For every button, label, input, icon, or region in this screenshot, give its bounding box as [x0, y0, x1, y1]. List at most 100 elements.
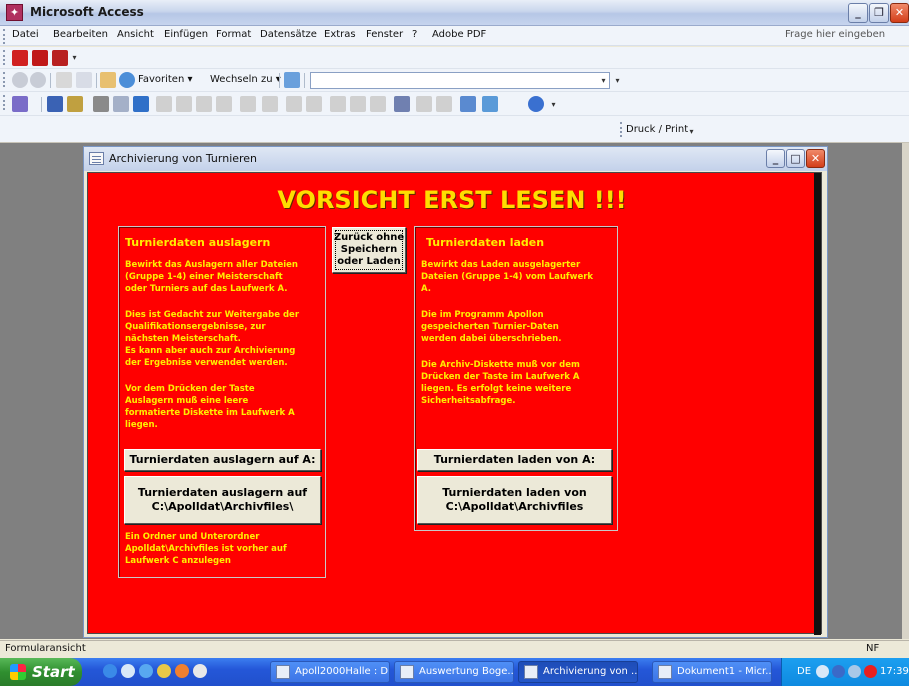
ie-quicklaunch-icon[interactable] — [103, 664, 117, 678]
find-icon[interactable] — [394, 96, 410, 112]
language-indicator[interactable]: DE — [797, 666, 811, 677]
task-dokument1[interactable]: Dokument1 - Micr... — [652, 661, 772, 683]
access-key-icon[interactable]: ✦ — [6, 4, 23, 21]
print-menu[interactable]: Druck / Print — [626, 124, 688, 135]
toolbar-options-arrow[interactable]: ▾ — [69, 50, 80, 66]
start-label: Start — [32, 663, 75, 681]
workspace-scrollbar[interactable] — [902, 143, 909, 639]
menu-datei[interactable]: Datei — [12, 29, 39, 40]
file-search-icon[interactable] — [67, 96, 83, 112]
delete-record-icon[interactable] — [436, 96, 452, 112]
database-window-icon[interactable] — [460, 96, 476, 112]
pdf-review-icon[interactable] — [52, 50, 68, 66]
folder-quicklaunch-icon[interactable] — [157, 664, 171, 678]
back-without-saving-button[interactable]: Zurück ohne Speichern oder Laden — [332, 227, 406, 273]
paste-icon[interactable] — [196, 96, 212, 112]
show-web-toolbar-icon[interactable] — [284, 72, 300, 88]
form-maximize-button[interactable]: □ — [786, 149, 805, 168]
clock[interactable]: 17:39 — [880, 666, 909, 677]
filter-selection-icon[interactable] — [330, 96, 346, 112]
sort-ascending-icon[interactable] — [286, 96, 302, 112]
status-indicator: NF — [866, 643, 880, 654]
new-record-icon[interactable] — [416, 96, 432, 112]
menu-format[interactable]: Format — [216, 29, 251, 40]
pdf-mail-icon[interactable] — [32, 50, 48, 66]
tray-expand-icon[interactable] — [816, 665, 829, 678]
volume-icon[interactable] — [848, 665, 861, 678]
form-close-button[interactable]: ✕ — [806, 149, 825, 168]
warning-headline: VORSICHT ERST LESEN !!! — [277, 186, 627, 214]
security-icon[interactable] — [864, 665, 877, 678]
refresh-icon[interactable] — [76, 72, 92, 88]
save-icon[interactable] — [47, 96, 63, 112]
back-icon[interactable] — [12, 72, 28, 88]
restore-button[interactable]: ❐ — [869, 3, 889, 23]
form-minimize-button[interactable]: _ — [766, 149, 785, 168]
menu-datensaetze[interactable]: Datensätze — [260, 29, 317, 40]
favorites-menu[interactable]: Favoriten ▾ — [138, 74, 193, 85]
toolbar-grip[interactable] — [3, 95, 6, 110]
task-auswertung[interactable]: Auswertung Boge... — [394, 661, 514, 683]
start-button[interactable]: Start — [0, 658, 82, 686]
export-to-a-button[interactable]: Turnierdaten auslagern auf A: — [124, 449, 321, 471]
insert-hyperlink-icon[interactable] — [262, 96, 278, 112]
filter-form-icon[interactable] — [350, 96, 366, 112]
sort-descending-icon[interactable] — [306, 96, 322, 112]
menu-grip[interactable] — [3, 29, 6, 44]
desktop-quicklaunch-icon[interactable] — [121, 664, 135, 678]
format-painter-icon[interactable] — [216, 96, 232, 112]
home-icon[interactable] — [100, 72, 116, 88]
form-icon — [524, 665, 538, 679]
undo-icon[interactable] — [240, 96, 256, 112]
spellcheck-icon[interactable] — [133, 96, 149, 112]
minimize-button[interactable]: _ — [848, 3, 868, 23]
task-archivierung[interactable]: Archivierung von ... — [518, 661, 638, 683]
messenger-quicklaunch-icon[interactable] — [193, 664, 207, 678]
help-search-input[interactable]: Frage hier eingeben — [785, 29, 903, 44]
separator — [304, 73, 305, 88]
toolbar-grip[interactable] — [3, 72, 6, 87]
separator — [41, 97, 42, 112]
network-icon[interactable] — [832, 665, 845, 678]
media-quicklaunch-icon[interactable] — [175, 664, 189, 678]
menu-extras[interactable]: Extras — [324, 29, 356, 40]
form-titlebar[interactable]: Archivierung von Turnieren _ □ ✕ — [84, 147, 827, 171]
view-icon[interactable] — [12, 96, 28, 112]
stop-icon[interactable] — [56, 72, 72, 88]
menu-ansicht[interactable]: Ansicht — [117, 29, 154, 40]
menu-einfuegen[interactable]: Einfügen — [164, 29, 208, 40]
toolbar-options-arrow[interactable]: ▾ — [612, 73, 623, 89]
toolbar-options-arrow[interactable]: ▾ — [548, 97, 559, 113]
menu-bearbeiten[interactable]: Bearbeiten — [53, 29, 108, 40]
menu-adobe-pdf[interactable]: Adobe PDF — [432, 29, 486, 40]
print-icon[interactable] — [93, 96, 109, 112]
toolbar-grip[interactable] — [620, 122, 623, 137]
windows-logo-icon — [10, 664, 26, 680]
pdf-convert-icon[interactable] — [12, 50, 28, 66]
apply-filter-icon[interactable] — [370, 96, 386, 112]
close-button[interactable]: ✕ — [890, 3, 909, 23]
help-icon[interactable] — [528, 96, 544, 112]
address-dropdown-icon[interactable]: ▾ — [598, 73, 609, 89]
import-from-c-button[interactable]: Turnierdaten laden von C:\Apolldat\Archi… — [417, 476, 612, 524]
task-apoll2000[interactable]: Apoll2000Halle : D... — [270, 661, 390, 683]
import-from-a-button[interactable]: Turnierdaten laden von A: — [417, 449, 612, 471]
toolbar-options-arrow[interactable]: ▾ — [686, 124, 697, 140]
search-web-icon[interactable] — [119, 72, 135, 88]
form-icon[interactable] — [89, 152, 104, 165]
print-preview-icon[interactable] — [113, 96, 129, 112]
goto-menu[interactable]: Wechseln zu ▾ — [210, 74, 281, 85]
toolbar-grip[interactable] — [3, 50, 6, 65]
app-titlebar[interactable]: ✦ Microsoft Access _ ❐ ✕ — [0, 0, 909, 26]
form-window: Archivierung von Turnieren _ □ ✕ VORSICH… — [83, 146, 828, 638]
new-object-icon[interactable] — [482, 96, 498, 112]
copy-icon[interactable] — [176, 96, 192, 112]
form-title: Archivierung von Turnieren — [109, 152, 258, 165]
cut-icon[interactable] — [156, 96, 172, 112]
explorer-quicklaunch-icon[interactable] — [139, 664, 153, 678]
forward-icon[interactable] — [30, 72, 46, 88]
menu-help[interactable]: ? — [412, 29, 417, 40]
menu-fenster[interactable]: Fenster — [366, 29, 403, 40]
address-input[interactable] — [310, 72, 610, 89]
export-to-c-button[interactable]: Turnierdaten auslagern auf C:\Apolldat\A… — [124, 476, 321, 524]
